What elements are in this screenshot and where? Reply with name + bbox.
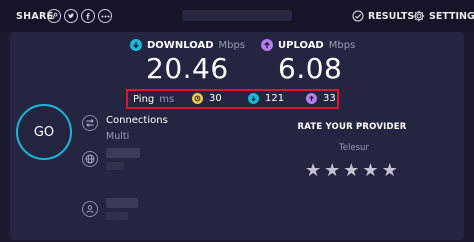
download-header: DOWNLOAD Mbps — [130, 39, 245, 51]
download-arrow-icon — [130, 39, 142, 51]
provider-name: Telesur — [339, 143, 369, 153]
facebook-icon[interactable] — [81, 9, 95, 23]
results-icon — [352, 10, 364, 22]
upload-header: UPLOAD Mbps — [261, 39, 355, 51]
link-icon[interactable] — [47, 9, 61, 23]
rating-stars[interactable]: ★ ★ ★ ★ ★ — [305, 162, 398, 180]
star-icon[interactable]: ★ — [343, 162, 359, 180]
settings-label: SETTINGS — [429, 10, 474, 22]
upload-value: 6.08 — [278, 52, 343, 85]
star-icon[interactable]: ★ — [382, 162, 398, 180]
ping-label: Ping — [133, 93, 155, 105]
upload-latency-icon — [306, 93, 317, 104]
user-icon — [82, 201, 98, 217]
star-icon[interactable]: ★ — [305, 162, 321, 180]
results-button[interactable]: RESULTS — [352, 9, 414, 23]
download-latency-icon — [248, 93, 259, 104]
ping-row: Ping ms 30 121 33 — [126, 89, 339, 109]
globe-icon — [82, 151, 98, 167]
download-label: DOWNLOAD — [147, 39, 214, 51]
blurred-result-id — [182, 10, 292, 21]
blurred-provider-ip — [106, 212, 128, 220]
twitter-icon[interactable] — [64, 9, 78, 23]
upload-unit: Mbps — [328, 39, 356, 51]
ping-upload: 33 — [306, 93, 336, 104]
blurred-server-name — [106, 148, 140, 158]
results-panel — [10, 32, 464, 240]
connections-mode: Multi — [106, 131, 130, 142]
ping-unit: ms — [159, 93, 175, 105]
go-button[interactable]: GO — [16, 104, 72, 160]
results-label: RESULTS — [368, 10, 415, 22]
download-value: 20.46 — [146, 52, 229, 85]
ping-download-value: 121 — [265, 93, 285, 104]
blurred-provider-name — [106, 198, 138, 208]
settings-button[interactable]: SETTINGS — [413, 9, 474, 23]
ping-idle-value: 30 — [209, 93, 222, 104]
rate-provider-title: RATE YOUR PROVIDER — [297, 122, 407, 132]
ping-download: 121 — [248, 93, 284, 104]
idle-latency-icon — [192, 93, 203, 104]
gear-icon — [413, 10, 425, 22]
top-bar: SHARE RESULTS SETTINGS — [0, 0, 474, 32]
blurred-server-location — [106, 162, 124, 170]
ping-upload-value: 33 — [323, 93, 336, 104]
star-icon[interactable]: ★ — [362, 162, 378, 180]
download-unit: Mbps — [218, 39, 246, 51]
upload-label: UPLOAD — [278, 39, 324, 51]
more-icon[interactable] — [98, 9, 112, 23]
ping-idle: 30 — [192, 93, 222, 104]
upload-arrow-icon — [261, 39, 273, 51]
star-icon[interactable]: ★ — [324, 162, 340, 180]
